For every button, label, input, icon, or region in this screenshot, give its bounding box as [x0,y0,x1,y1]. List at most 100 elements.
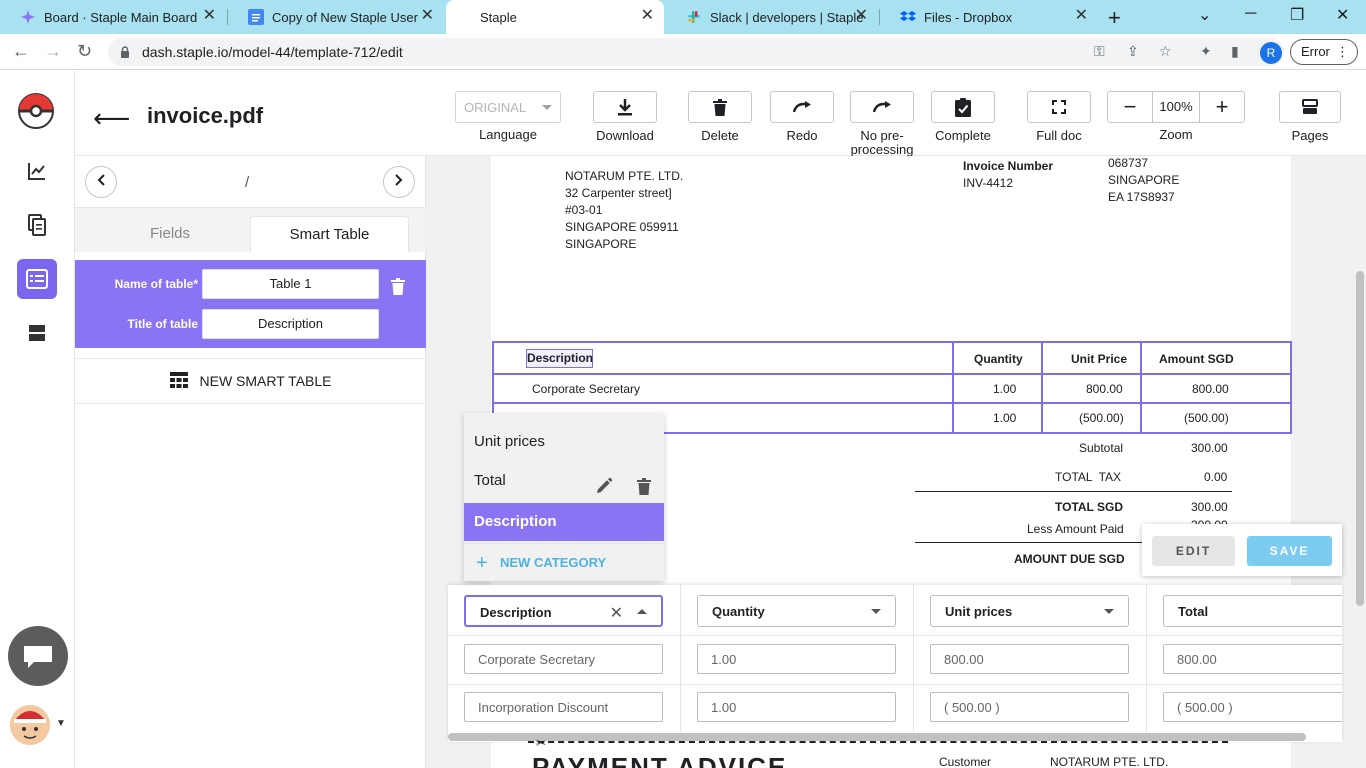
table-icon [169,371,188,391]
browser-tab-staple-board[interactable]: Board · Staple Main Board ✕ [0,0,226,34]
table-view-icon[interactable] [21,317,53,349]
templates-icon[interactable] [17,259,57,299]
previous-page-button[interactable] [85,166,117,198]
forward-icon[interactable]: → [44,41,62,62]
close-icon[interactable]: ✕ [855,8,868,24]
minimize-icon[interactable]: ─ [1245,5,1256,23]
tab-fields[interactable]: Fields [93,216,247,252]
pages-button[interactable]: Pages [1279,91,1341,143]
column-category-select[interactable]: Unit prices [930,595,1129,627]
browser-toolbar: ← → ↻ dash.staple.io/model-44/template-7… [0,34,1366,70]
user-avatar[interactable] [10,705,50,745]
close-icon[interactable]: ✕ [641,8,654,24]
analytics-icon[interactable] [21,155,53,187]
vertical-scrollbar[interactable] [1354,156,1366,768]
full-doc-button[interactable]: Full doc [1027,91,1091,143]
key-icon[interactable]: ⚿ [1094,43,1105,60]
column-category-select[interactable]: Quantity [697,595,896,627]
browser-tab-slack[interactable]: Slack | developers | Staple ✕ [666,0,878,34]
category-option-total[interactable]: Total [464,462,664,500]
tab-label: Staple [480,9,517,25]
complete-label: Complete [935,128,991,143]
address-line: 068737 [1108,156,1149,170]
restore-icon[interactable]: ❐ [1290,5,1304,25]
extensions-icon[interactable]: ✦ [1200,43,1212,60]
zoom-in-button[interactable]: + [1200,92,1244,122]
editor-header: ⟵ invoice.pdf ORIGINAL Language Download… [75,71,1366,157]
profile-avatar[interactable]: R [1260,42,1282,64]
side-panel-icon[interactable]: ▮ [1231,43,1239,60]
chat-icon[interactable] [8,626,68,686]
chevron-down-icon [871,609,881,614]
browser-tab-staple[interactable]: Staple ✕ [446,0,664,34]
browser-tab-google-doc[interactable]: Copy of New Staple User Ma ✕ [228,0,444,34]
customer-label: Customer [939,755,992,768]
page-navigator: / [75,156,426,208]
category-option-description[interactable]: Description [464,503,664,541]
close-icon[interactable]: ✕ [203,8,216,24]
grid-cell-input[interactable]: ( 500.00 ) [930,692,1129,722]
complete-button[interactable]: Complete [931,91,995,143]
less-paid-label: Less Amount Paid [1027,522,1124,536]
download-button[interactable]: Download [593,91,657,143]
fullscreen-icon [1027,91,1091,123]
documents-icon[interactable] [21,209,53,241]
browser-tab-bar: Board · Staple Main Board ✕ Copy of New … [0,0,1366,34]
table-column-divider [1041,343,1043,432]
grid-cell-input[interactable]: 800.00 [930,644,1129,674]
no-preprocessing-label-line1: No pre- [860,128,904,143]
table-name-label: Name of table* [114,277,198,291]
next-page-button[interactable] [383,166,415,198]
clear-icon[interactable]: ✕ [610,603,623,623]
app-logo-icon[interactable] [16,91,56,131]
table-title-input[interactable]: Description [202,309,379,339]
close-icon[interactable]: ✕ [1075,8,1088,24]
table-title-label: Title of table [127,317,198,331]
grid-cell-input[interactable]: Corporate Secretary [464,644,663,674]
redo-button[interactable]: Redo [770,91,834,143]
grid-cell-input[interactable]: ( 500.00 ) [1163,692,1342,722]
back-arrow-icon[interactable]: ⟵ [93,103,130,134]
share-icon[interactable]: ⇪ [1127,43,1139,60]
column-category-select[interactable]: Total [1163,595,1342,627]
tab-search-icon[interactable]: ⌄ [1198,5,1211,25]
grid-cell-input[interactable]: 1.00 [697,644,896,674]
table-cell: 800.00 [1086,382,1123,396]
error-button[interactable]: Error ⋮ [1290,39,1358,65]
category-option-unit-prices[interactable]: Unit prices [464,423,664,461]
save-button[interactable]: SAVE [1247,536,1332,566]
edit-button[interactable]: EDIT [1152,536,1235,566]
no-preprocessing-button[interactable]: No pre- processing [850,91,914,157]
column-category-select[interactable]: Description ✕ [464,595,663,627]
reload-icon[interactable]: ↻ [77,41,92,62]
zoom-out-button[interactable]: − [1108,92,1152,122]
tab-smart-table[interactable]: Smart Table [250,216,409,252]
new-tab-icon[interactable]: + [1108,5,1121,31]
horizontal-scrollbar-thumb[interactable] [448,733,1306,741]
grid-cell-input[interactable]: Incorporation Discount [464,692,663,722]
grid-cell-input[interactable]: 800.00 [1163,644,1342,674]
new-category-button[interactable]: + NEW CATEGORY [464,543,664,581]
tab-label: Slack | developers | Staple [710,9,864,25]
totals-rule [915,491,1232,492]
scissors-icon: ✂ [536,736,547,750]
table-cell: 800.00 [1192,382,1229,396]
scrollbar-thumb[interactable] [1356,271,1364,606]
address-bar[interactable]: dash.staple.io/model-44/template-712/edi… [108,38,1284,66]
language-select[interactable]: ORIGINAL [455,91,561,123]
language-value: ORIGINAL [464,100,527,115]
table-name-input[interactable]: Table 1 [202,269,379,299]
bookmark-star-icon[interactable]: ☆ [1159,43,1172,60]
url-text: dash.staple.io/model-44/template-712/edi… [142,44,403,60]
description-header-tag[interactable]: Description [526,349,593,368]
back-icon[interactable]: ← [12,41,30,62]
browser-tab-dropbox[interactable]: Files - Dropbox ✕ [880,0,1098,34]
tax-value: 0.00 [1204,470,1228,484]
close-icon[interactable]: ✕ [421,8,434,24]
delete-button[interactable]: Delete [688,91,752,143]
chevron-down-icon[interactable]: ▼ [56,718,66,729]
delete-table-icon[interactable] [391,278,405,300]
grid-cell-input[interactable]: 1.00 [697,692,896,722]
new-smart-table-button[interactable]: NEW SMART TABLE [75,358,426,404]
window-close-icon[interactable]: ✕ [1336,5,1349,25]
